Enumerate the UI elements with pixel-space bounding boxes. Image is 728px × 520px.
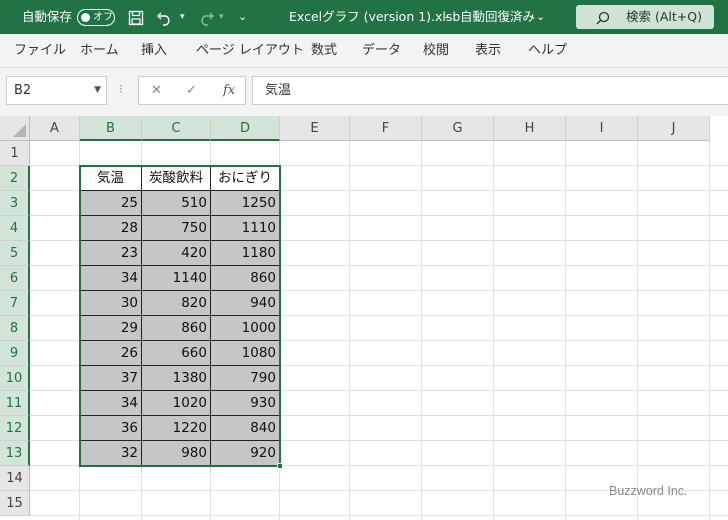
column-gridline — [349, 141, 350, 520]
tab-view[interactable]: 表示 — [475, 34, 501, 68]
search-icon — [596, 5, 610, 29]
column-gridline — [421, 141, 422, 520]
row-header-10[interactable]: 10 — [0, 366, 30, 391]
redo-dropdown-icon: ▾ — [219, 12, 224, 22]
formula-input[interactable]: 気温 — [252, 76, 728, 105]
ribbon-tabs: ファイル ホーム 挿入 ページ レイアウト 数式 データ 校閲 表示 ヘルプ — [0, 34, 728, 68]
column-header-c[interactable]: C — [142, 116, 211, 141]
row-header-4[interactable]: 4 — [0, 216, 30, 241]
document-title: Excelグラフ (version 1).xlsb — [289, 9, 461, 24]
fill-handle[interactable] — [277, 463, 283, 469]
watermark: Buzzword Inc. — [609, 484, 688, 498]
tab-insert[interactable]: 挿入 — [141, 34, 167, 68]
title-separator: - — [445, 9, 450, 24]
name-box[interactable]: B2 ▼ — [6, 76, 107, 105]
save-icon[interactable] — [128, 0, 144, 34]
autosave-label: 自動保存 — [22, 9, 73, 24]
column-header-d[interactable]: D — [211, 116, 280, 141]
column-gridline — [709, 141, 710, 520]
column-header-h[interactable]: H — [494, 116, 566, 141]
cancel-icon[interactable]: ✕ — [151, 77, 162, 104]
column-gridline — [565, 141, 566, 520]
select-all-corner[interactable] — [0, 116, 30, 141]
title-bar: 自動保存 オフ ▾ ▾ ⌄ Excelグラフ (version 1).xlsb … — [0, 0, 728, 34]
function-icon[interactable]: fx — [223, 77, 235, 104]
enter-icon[interactable]: ✓ — [186, 77, 197, 104]
row-header-6[interactable]: 6 — [0, 266, 30, 291]
tab-data[interactable]: データ — [362, 34, 401, 68]
row-header-9[interactable]: 9 — [0, 341, 30, 366]
customize-icon[interactable]: ⌄ — [238, 0, 247, 34]
row-header-15[interactable]: 15 — [0, 491, 30, 516]
row-header-1[interactable]: 1 — [0, 141, 30, 166]
column-header-e[interactable]: E — [280, 116, 350, 141]
tab-formulas[interactable]: 数式 — [311, 34, 337, 68]
column-header-b[interactable]: B — [80, 116, 142, 141]
splitter-icon[interactable]: ⁝ — [119, 82, 123, 96]
row-header-11[interactable]: 11 — [0, 391, 30, 416]
tab-home[interactable]: ホーム — [80, 34, 119, 68]
row-header-8[interactable]: 8 — [0, 316, 30, 341]
search-placeholder: 検索 (Alt+Q) — [626, 9, 702, 24]
column-gridline — [493, 141, 494, 520]
row-header-12[interactable]: 12 — [0, 416, 30, 441]
undo-icon[interactable] — [156, 0, 174, 34]
row-header-2[interactable]: 2 — [0, 166, 30, 191]
row-header-3[interactable]: 3 — [0, 191, 30, 216]
row-header-5[interactable]: 5 — [0, 241, 30, 266]
name-box-value: B2 — [14, 83, 32, 98]
column-header-a[interactable]: A — [30, 116, 80, 141]
formula-buttons: ✕ ✓ fx — [138, 76, 246, 105]
column-gridline — [637, 141, 638, 520]
worksheet-grid[interactable]: A B C D E F G H I J 1 2 3 4 5 6 7 8 9 10 11 12 13 14 15 気温 炭酸飲料 おにぎ… — [0, 116, 728, 520]
save-status-caret[interactable]: ⌄ — [536, 0, 545, 34]
row-header-7[interactable]: 7 — [0, 291, 30, 316]
row-header-13[interactable]: 13 — [0, 441, 30, 466]
autosave-toggle[interactable]: オフ — [77, 9, 115, 26]
formula-value: 気温 — [265, 83, 292, 98]
row-gridline — [30, 515, 728, 516]
tab-review[interactable]: 校閲 — [423, 34, 449, 68]
column-header-g[interactable]: G — [422, 116, 494, 141]
chevron-down-icon[interactable]: ▼ — [94, 77, 101, 104]
formula-bar: B2 ▼ ⁝ ✕ ✓ fx 気温 — [0, 68, 728, 116]
column-header-j[interactable]: J — [638, 116, 710, 141]
toggle-state: オフ — [93, 12, 113, 23]
tab-page-layout[interactable]: ページ レイアウト — [196, 34, 304, 68]
column-header-i[interactable]: I — [566, 116, 638, 141]
toggle-knob — [81, 12, 90, 22]
save-status[interactable]: 自動回復済み — [460, 0, 535, 34]
row-header-14[interactable]: 14 — [0, 466, 30, 491]
tab-file[interactable]: ファイル — [14, 34, 66, 68]
undo-dropdown-icon[interactable]: ▾ — [180, 0, 185, 34]
column-header-f[interactable]: F — [350, 116, 422, 141]
tab-help[interactable]: ヘルプ — [528, 34, 567, 68]
redo-icon — [197, 0, 215, 34]
search-box[interactable]: 検索 (Alt+Q) — [576, 5, 714, 29]
selection-outline — [79, 165, 281, 467]
